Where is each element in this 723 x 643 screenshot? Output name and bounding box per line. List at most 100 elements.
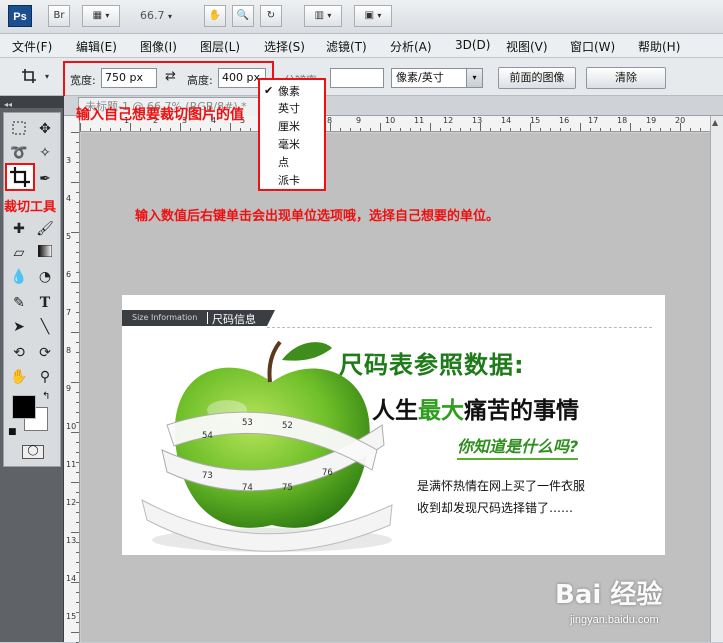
- resolution-input[interactable]: [330, 68, 384, 88]
- ruler-tick: [76, 152, 79, 153]
- ruler-tick: [700, 128, 701, 131]
- ruler-tick: [76, 302, 79, 303]
- magic-wand-tool-icon[interactable]: ✧: [34, 143, 56, 163]
- ruler-number: 9: [356, 116, 362, 125]
- gradient-tool-icon[interactable]: [34, 243, 56, 263]
- healing-brush-tool-icon[interactable]: ✚: [8, 219, 30, 239]
- zoom-level[interactable]: 66.7 ▾: [140, 9, 172, 22]
- ruler-tick: [520, 128, 521, 131]
- type-tool-icon[interactable]: T: [34, 293, 56, 313]
- ruler-tick: [170, 128, 171, 131]
- document-image: Size Information 尺码信息 54 53 52 73 74 75 76 尺码…: [122, 295, 665, 555]
- ruler-tick: [670, 128, 671, 131]
- vertical-scrollbar[interactable]: ▲: [710, 116, 723, 642]
- vertical-ruler[interactable]: 3 4 5 6 7 8 9 10 11 12 13 14 15: [64, 116, 80, 643]
- eyedropper-tool-icon[interactable]: ✒: [34, 169, 56, 189]
- svg-text:75: 75: [282, 483, 293, 493]
- svg-text:52: 52: [282, 421, 293, 431]
- menu-edit[interactable]: 编辑(E): [76, 38, 117, 55]
- brush-tool-icon[interactable]: 🖌: [34, 219, 56, 239]
- ruler-tick: [470, 128, 471, 131]
- marquee-tool-icon[interactable]: [8, 119, 30, 139]
- menu-view[interactable]: 视图(V): [506, 38, 548, 55]
- unit-option-pixels[interactable]: 像素: [278, 83, 300, 99]
- menu-image[interactable]: 图像(I): [140, 38, 177, 55]
- 3d-rotate-tool-icon[interactable]: ⟲: [8, 343, 30, 363]
- tools-panel: ◂◂ ✥ ➰ ✧ ✒ ✚ 🖌 ▱ 💧 ◔ ✎ T ➤ ╲ ⟲ ⟳ ✋ ⚲ ↰ ■…: [0, 96, 64, 642]
- crop-preset-icon[interactable]: [18, 66, 40, 86]
- menu-select[interactable]: 选择(S): [264, 38, 305, 55]
- menu-window[interactable]: 窗口(W): [570, 38, 615, 55]
- menu-filter[interactable]: 滤镜(T): [326, 38, 367, 55]
- rotate-view-icon[interactable]: ↻: [260, 5, 282, 27]
- arrange-documents-button[interactable]: ▥ ▾: [304, 5, 342, 27]
- scroll-up-icon[interactable]: ▲: [712, 118, 718, 127]
- foreground-color-swatch-front[interactable]: [12, 395, 36, 419]
- annotation-unit-hint: 输入数值后右键单击会出现单位选项哦，选择自己想要的单位。: [135, 209, 500, 224]
- crop-preset-dropdown-icon[interactable]: ▾: [45, 72, 49, 81]
- ruler-tick: [76, 612, 79, 613]
- menu-3d[interactable]: 3D(D): [455, 38, 490, 52]
- resolution-unit-select[interactable]: 像素/英寸 ▾: [391, 68, 483, 88]
- hand-tool-icon[interactable]: ✋: [204, 5, 226, 27]
- unit-option-cm[interactable]: 厘米: [278, 118, 300, 134]
- dodge-tool-icon[interactable]: ◔: [34, 267, 56, 287]
- blur-tool-icon[interactable]: 💧: [8, 267, 30, 287]
- front-image-button[interactable]: 前面的图像: [498, 67, 576, 89]
- move-tool-icon[interactable]: ✥: [34, 119, 56, 139]
- svg-text:74: 74: [242, 483, 253, 493]
- ruler-tick: [76, 202, 79, 203]
- ruler-tick: [76, 212, 79, 213]
- ruler-number: 14: [501, 116, 512, 125]
- ruler-tick: [76, 252, 79, 253]
- path-selection-tool-icon[interactable]: ➤: [8, 317, 30, 337]
- pen-tool-icon[interactable]: ✎: [8, 293, 30, 313]
- ruler-number: 15: [66, 612, 77, 621]
- ruler-tick: [71, 132, 79, 133]
- view-extras-button[interactable]: ▦ ▾: [82, 5, 120, 27]
- ruler-tick: [76, 542, 79, 543]
- menu-help[interactable]: 帮助(H): [638, 38, 680, 55]
- ruler-tick: [510, 128, 511, 131]
- panel-collapse-bar[interactable]: ◂◂: [0, 96, 63, 109]
- ruler-tick: [100, 128, 101, 131]
- unit-option-points[interactable]: 点: [278, 154, 289, 170]
- screen-mode-button[interactable]: ▣ ▾: [354, 5, 392, 27]
- ruler-tick: [250, 128, 251, 131]
- menu-analysis[interactable]: 分析(A): [390, 38, 432, 55]
- zoom-tool-icon[interactable]: 🔍: [232, 5, 254, 27]
- quick-mask-icon[interactable]: ◯: [22, 445, 44, 459]
- ruler-tick: [76, 412, 79, 413]
- swap-colors-icon[interactable]: ↰: [42, 391, 50, 402]
- eraser-tool-icon[interactable]: ▱: [8, 243, 30, 263]
- clear-button[interactable]: 清除: [586, 67, 666, 89]
- ruler-tick: [76, 312, 79, 313]
- ruler-tick: [160, 128, 161, 131]
- ruler-tick: [76, 292, 79, 293]
- ruler-tick: [76, 352, 79, 353]
- menu-file[interactable]: 文件(F): [12, 38, 52, 55]
- bridge-button[interactable]: Br: [48, 5, 70, 27]
- crop-tool-icon[interactable]: [5, 163, 35, 191]
- zoom-tool-icon[interactable]: ⚲: [34, 367, 56, 387]
- unit-option-inches[interactable]: 英寸: [278, 100, 300, 116]
- line-tool-icon[interactable]: ╲: [34, 317, 56, 337]
- ruler-tick: [76, 362, 79, 363]
- ruler-tick: [76, 402, 79, 403]
- ruler-tick: [76, 492, 79, 493]
- unit-option-picas[interactable]: 派卡: [278, 172, 300, 188]
- ruler-number: 5: [66, 232, 72, 241]
- ruler-tick: [590, 128, 591, 131]
- headline-size-chart: 尺码表参照数据:: [339, 351, 525, 379]
- ruler-tick: [370, 128, 371, 131]
- unit-option-mm[interactable]: 毫米: [278, 136, 300, 152]
- ruler-tick: [76, 322, 79, 323]
- ruler-tick: [220, 128, 221, 131]
- ruler-tick: [550, 128, 551, 131]
- ruler-tick: [630, 123, 631, 131]
- default-colors-icon[interactable]: ■: [8, 427, 17, 437]
- hand-tool-icon[interactable]: ✋: [8, 367, 30, 387]
- lasso-tool-icon[interactable]: ➰: [8, 143, 30, 163]
- 3d-orbit-tool-icon[interactable]: ⟳: [34, 343, 56, 363]
- menu-layer[interactable]: 图层(L): [200, 38, 240, 55]
